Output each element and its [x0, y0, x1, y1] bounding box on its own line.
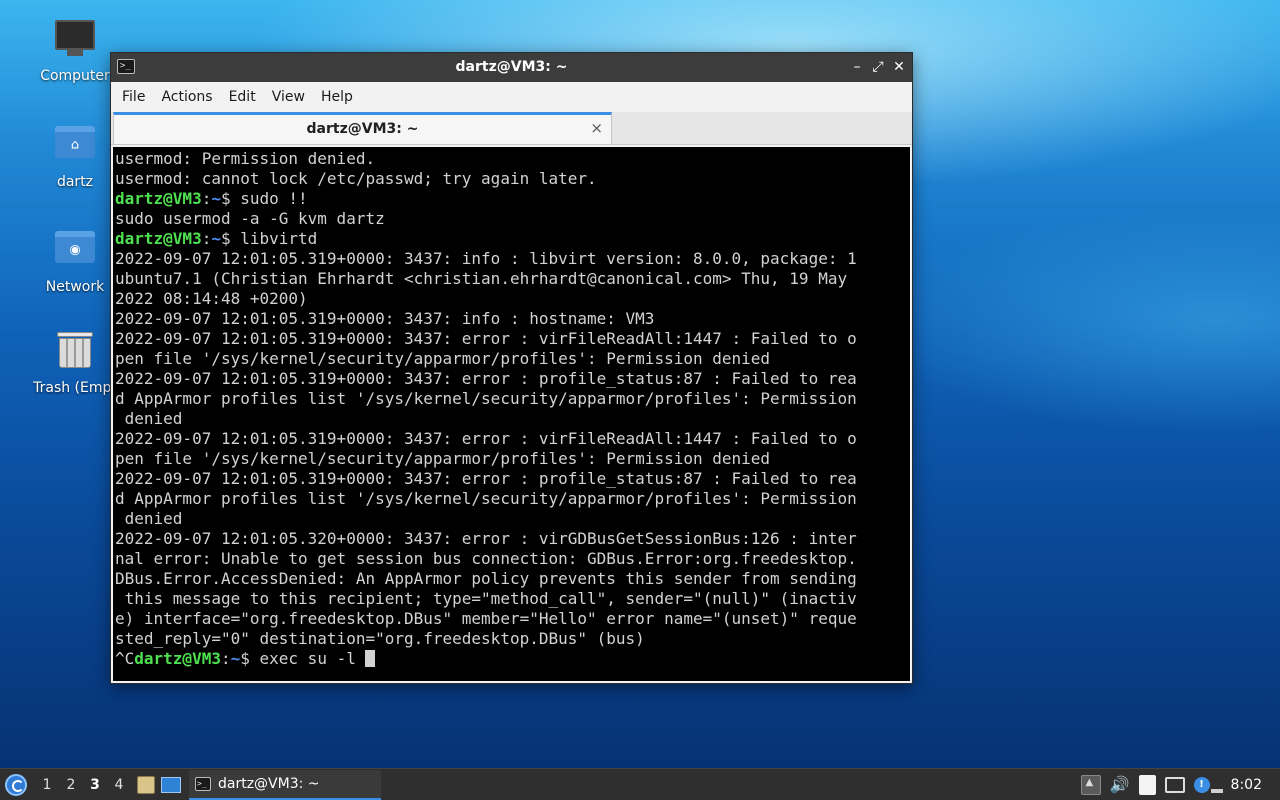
file-manager-icon[interactable] [137, 775, 155, 794]
terminal-line: sted_reply="0" destination="org.freedesk… [115, 629, 645, 648]
terminal-line: DBus.Error.AccessDenied: An AppArmor pol… [115, 569, 857, 588]
prompt-user: dartz@VM3 [115, 189, 202, 208]
terminal-line: sudo usermod -a -G kvm dartz [115, 209, 385, 228]
tab-bar: dartz@VM3: ~ × [111, 112, 912, 145]
prompt-path: ~ [211, 229, 221, 248]
computer-icon [54, 20, 96, 62]
menu-bar: File Actions Edit View Help [111, 82, 912, 112]
terminal-line: 2022-09-07 12:01:05.319+0000: 3437: erro… [115, 329, 857, 348]
terminal-line: denied [115, 509, 183, 528]
terminal-line: usermod: cannot lock /etc/passwd; try ag… [115, 169, 597, 188]
trash-icon [54, 332, 96, 374]
menu-actions[interactable]: Actions [154, 89, 219, 105]
menu-help[interactable]: Help [314, 89, 360, 105]
terminal-line: usermod: Permission denied. [115, 149, 376, 168]
eject-icon[interactable] [1080, 774, 1101, 795]
menu-view[interactable]: View [265, 89, 312, 105]
network-icon[interactable] [1164, 776, 1185, 793]
interrupt-marker: ^C [115, 649, 135, 668]
volume-icon[interactable]: 🔊 [1110, 775, 1130, 795]
terminal-line: nal error: Unable to get session bus con… [115, 549, 857, 568]
terminal-line: d AppArmor profiles list '/sys/kernel/se… [115, 489, 857, 508]
terminal-tab[interactable]: dartz@VM3: ~ × [113, 112, 612, 144]
window-titlebar[interactable]: >_ dartz@VM3: ~ – ⤢ ✕ [111, 53, 912, 82]
close-button[interactable]: ✕ [890, 57, 908, 77]
workspace-3[interactable]: 3 [83, 777, 107, 793]
prompt-command: exec su -l [259, 649, 366, 668]
prompt-command: libvirtd [240, 229, 318, 248]
terminal-icon: >_ [195, 776, 211, 791]
prompt-user: dartz@VM3 [115, 229, 202, 248]
terminal-line: pen file '/sys/kernel/security/apparmor/… [115, 449, 771, 468]
show-desktop-icon[interactable] [161, 776, 181, 793]
terminal-line: pen file '/sys/kernel/security/apparmor/… [115, 349, 771, 368]
system-tray: 🔊 ! 8:02 [1080, 770, 1280, 800]
window-title: dartz@VM3: ~ [455, 59, 568, 75]
terminal-output[interactable]: usermod: Permission denied. usermod: can… [113, 147, 910, 681]
terminal-prompt-line: dartz@VM3:~$ libvirtd [115, 229, 318, 248]
maximize-button[interactable]: ⤢ [869, 57, 887, 77]
tab-label: dartz@VM3: ~ [306, 121, 419, 137]
tab-close-icon[interactable]: × [590, 119, 603, 137]
prompt-path: ~ [211, 189, 221, 208]
terminal-prompt-line: ^Cdartz@VM3:~$ exec su -l [115, 649, 910, 669]
terminal-line: 2022-09-07 12:01:05.319+0000: 3437: info… [115, 309, 655, 328]
terminal-line: e) interface="org.freedesktop.DBus" memb… [115, 609, 857, 628]
terminal-line: this message to this recipient; type="me… [115, 589, 857, 608]
home-folder-icon: ⌂ [54, 126, 96, 168]
minimize-button[interactable]: – [848, 57, 866, 77]
workspace-2[interactable]: 2 [59, 777, 83, 793]
workspace-4[interactable]: 4 [107, 777, 131, 793]
terminal-line: 2022-09-07 12:01:05.319+0000: 3437: erro… [115, 469, 857, 488]
terminal-window: >_ dartz@VM3: ~ – ⤢ ✕ File Actions Edit … [110, 52, 913, 684]
taskbar: 1 2 3 4 >_ dartz@VM3: ~ 🔊 ! 8:02 [0, 768, 1280, 800]
prompt-user: dartz@VM3 [134, 649, 221, 668]
terminal-line: denied [115, 409, 183, 428]
clock[interactable]: 8:02 [1231, 777, 1262, 793]
terminal-line: d AppArmor profiles list '/sys/kernel/se… [115, 389, 857, 408]
workspace-1[interactable]: 1 [35, 777, 59, 793]
terminal-cursor [365, 650, 376, 667]
update-notifier-icon[interactable]: ! [1193, 776, 1210, 793]
clipboard-icon[interactable] [1138, 774, 1156, 795]
network-folder-icon: ◉ [54, 231, 96, 273]
menu-file[interactable]: File [115, 89, 152, 105]
terminal-line: 2022-09-07 12:01:05.319+0000: 3437: erro… [115, 369, 857, 388]
battery-icon [1210, 788, 1223, 793]
terminal-line: 2022-09-07 12:01:05.319+0000: 3437: info… [115, 249, 857, 268]
prompt-command: sudo !! [240, 189, 308, 208]
task-label: dartz@VM3: ~ [218, 775, 320, 792]
prompt-path: ~ [230, 649, 241, 668]
terminal-line: 2022-09-07 12:01:05.320+0000: 3437: erro… [115, 529, 857, 548]
terminal-line: 2022-09-07 12:01:05.319+0000: 3437: erro… [115, 429, 857, 448]
terminal-line: 2022 08:14:48 +0200) [115, 289, 308, 308]
terminal-line: ubuntu7.1 (Christian Ehrhardt <christian… [115, 269, 848, 288]
menu-edit[interactable]: Edit [222, 89, 263, 105]
taskbar-task-terminal[interactable]: >_ dartz@VM3: ~ [189, 769, 381, 800]
terminal-prompt-line: dartz@VM3:~$ sudo !! [115, 189, 308, 208]
start-menu-icon[interactable] [5, 773, 27, 796]
